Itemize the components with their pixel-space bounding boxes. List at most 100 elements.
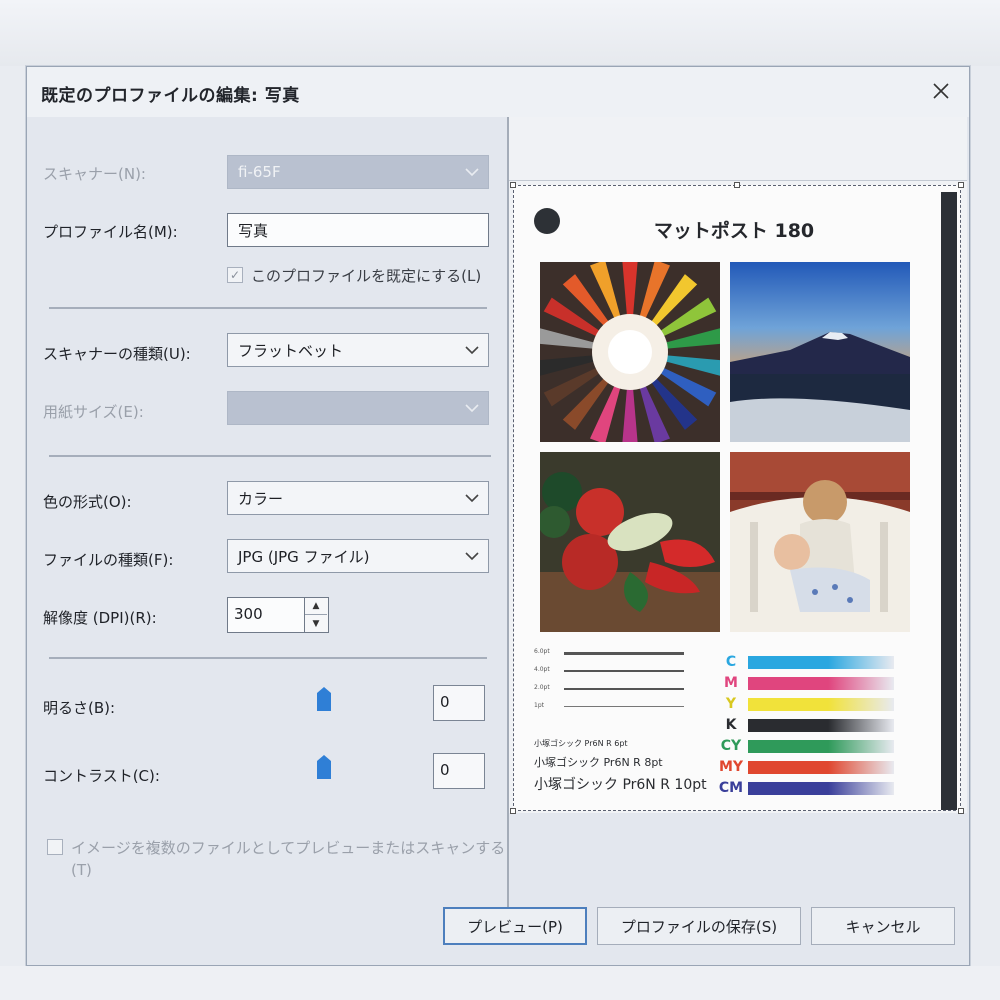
font-sample-8pt: 小塚ゴシック Pr6N R 8pt bbox=[534, 756, 663, 769]
line-weight-label: 1pt bbox=[534, 702, 544, 709]
desktop-background bbox=[0, 0, 1000, 66]
crop-handle[interactable] bbox=[958, 182, 964, 188]
color-bar-row: K bbox=[714, 715, 894, 736]
spin-down-button[interactable]: ▼ bbox=[305, 615, 327, 632]
cancel-button[interactable]: キャンセル bbox=[811, 907, 955, 945]
brightness-value[interactable]: 0 bbox=[433, 685, 485, 721]
pencils-photo bbox=[540, 262, 720, 442]
color-bar-label: Y bbox=[725, 696, 737, 712]
crop-handle[interactable] bbox=[734, 182, 740, 188]
profile-name-input[interactable]: 写真 bbox=[227, 213, 489, 247]
color-bar-label: C bbox=[725, 654, 737, 670]
line-sample bbox=[564, 688, 684, 690]
color-bar bbox=[748, 719, 894, 732]
scanner-type-select[interactable]: フラットベット bbox=[227, 333, 489, 367]
chevron-down-icon bbox=[464, 490, 480, 506]
line-sample bbox=[564, 652, 684, 655]
resolution-input[interactable]: 300 bbox=[227, 597, 305, 633]
preview-header-area bbox=[509, 117, 967, 181]
scanned-sheet-preview: マットポスト 180 6.0pt 4.0pt 2.0pt 1pt 小塚ゴシック … bbox=[510, 182, 964, 814]
chevron-down-icon bbox=[464, 164, 480, 180]
chevron-down-icon bbox=[464, 342, 480, 358]
edit-profile-dialog: 既定のプロファイルの編集: 写真 スキャナー(N): fi-65F プロファイル… bbox=[26, 66, 970, 966]
font-sample-10pt: 小塚ゴシック Pr6N R 10pt bbox=[534, 777, 707, 793]
resolution-label: 解像度 (DPI)(R): bbox=[43, 609, 157, 627]
color-bar-label: CM bbox=[718, 780, 744, 796]
spin-up-button[interactable]: ▲ bbox=[305, 598, 327, 615]
brightness-label: 明るさ(B): bbox=[43, 699, 116, 717]
color-bar-row: CY bbox=[714, 736, 894, 757]
color-bar-label: CY bbox=[720, 738, 742, 754]
scanner-type-label: スキャナーの種類(U): bbox=[43, 345, 191, 363]
color-format-label: 色の形式(O): bbox=[43, 493, 132, 511]
desktop-background bbox=[0, 966, 1000, 1000]
spinner-buttons: ▲ ▼ bbox=[305, 597, 329, 633]
color-bar bbox=[748, 740, 894, 753]
line-weight-label: 6.0pt bbox=[534, 648, 550, 655]
contrast-slider-thumb[interactable] bbox=[317, 755, 331, 779]
preview-image-area[interactable]: マットポスト 180 6.0pt 4.0pt 2.0pt 1pt 小塚ゴシック … bbox=[509, 181, 967, 814]
crop-handle[interactable] bbox=[958, 808, 964, 814]
settings-panel: スキャナー(N): fi-65F プロファイル名(M): 写真 ✓ このプロファ… bbox=[27, 117, 506, 907]
contrast-value[interactable]: 0 bbox=[433, 753, 485, 789]
crop-handle[interactable] bbox=[510, 808, 516, 814]
profile-name-value: 写真 bbox=[238, 221, 269, 240]
file-type-select[interactable]: JPG (JPG ファイル) bbox=[227, 539, 489, 573]
close-button[interactable] bbox=[919, 71, 963, 111]
line-weight-label: 4.0pt bbox=[534, 666, 550, 673]
file-type-value: JPG (JPG ファイル) bbox=[238, 547, 370, 566]
multi-file-label-shortcut: (T) bbox=[71, 861, 92, 879]
multi-file-label: イメージを複数のファイルとしてプレビューまたはスキャンする bbox=[71, 839, 506, 857]
crop-handle[interactable] bbox=[510, 182, 516, 188]
profile-name-label: プロファイル名(M): bbox=[43, 223, 178, 241]
line-sample bbox=[564, 706, 684, 707]
scanner-label: スキャナー(N): bbox=[43, 165, 146, 183]
separator bbox=[49, 657, 487, 659]
line-sample bbox=[564, 670, 684, 672]
color-format-select[interactable]: カラー bbox=[227, 481, 489, 515]
color-bar bbox=[748, 677, 894, 690]
scanner-type-value: フラットベット bbox=[238, 341, 344, 360]
color-bar-row: C bbox=[714, 652, 894, 673]
file-type-label: ファイルの種類(F): bbox=[43, 551, 174, 569]
preview-button[interactable]: プレビュー(P) bbox=[443, 907, 587, 945]
preview-panel: マットポスト 180 6.0pt 4.0pt 2.0pt 1pt 小塚ゴシック … bbox=[507, 117, 967, 907]
paper-size-label: 用紙サイズ(E): bbox=[43, 403, 144, 421]
chevron-down-icon bbox=[464, 400, 480, 416]
contrast-label: コントラスト(C): bbox=[43, 767, 160, 785]
color-bar-label: K bbox=[725, 717, 737, 733]
color-format-value: カラー bbox=[238, 489, 284, 508]
color-bar bbox=[748, 782, 894, 795]
default-profile-label: このプロファイルを既定にする(L) bbox=[251, 267, 482, 285]
color-bar-label: M bbox=[724, 675, 738, 691]
scanner-value: fi-65F bbox=[238, 163, 281, 181]
vegetables-photo bbox=[540, 452, 720, 632]
resolution-spinner: 300 ▲ ▼ bbox=[227, 597, 331, 633]
close-icon bbox=[933, 83, 949, 99]
color-bar-row: M bbox=[714, 673, 894, 694]
registration-dot bbox=[534, 208, 560, 234]
default-profile-checkbox[interactable]: ✓ bbox=[227, 267, 243, 283]
title-bar: 既定のプロファイルの編集: 写真 bbox=[27, 67, 969, 117]
mountain-photo bbox=[730, 262, 910, 442]
color-bar bbox=[748, 656, 894, 669]
scanner-select: fi-65F bbox=[227, 155, 489, 189]
sheet-edge-shadow bbox=[941, 192, 957, 810]
line-weight-label: 2.0pt bbox=[534, 684, 550, 691]
color-bar-row: CM bbox=[714, 778, 894, 799]
separator bbox=[49, 307, 487, 309]
color-bars: C M Y K CY MY CM bbox=[714, 652, 894, 799]
brightness-slider-thumb[interactable] bbox=[317, 687, 331, 711]
font-sample-6pt: 小塚ゴシック Pr6N R 6pt bbox=[534, 739, 628, 748]
color-bar bbox=[748, 761, 894, 774]
paper-size-select bbox=[227, 391, 489, 425]
save-profile-button[interactable]: プロファイルの保存(S) bbox=[597, 907, 801, 945]
chevron-down-icon bbox=[464, 548, 480, 564]
color-bar-row: MY bbox=[714, 757, 894, 778]
color-bar bbox=[748, 698, 894, 711]
children-photo bbox=[730, 452, 910, 632]
color-bar-row: Y bbox=[714, 694, 894, 715]
separator bbox=[49, 455, 491, 457]
dialog-title: 既定のプロファイルの編集: 写真 bbox=[41, 86, 300, 106]
multi-file-checkbox[interactable] bbox=[47, 839, 63, 855]
